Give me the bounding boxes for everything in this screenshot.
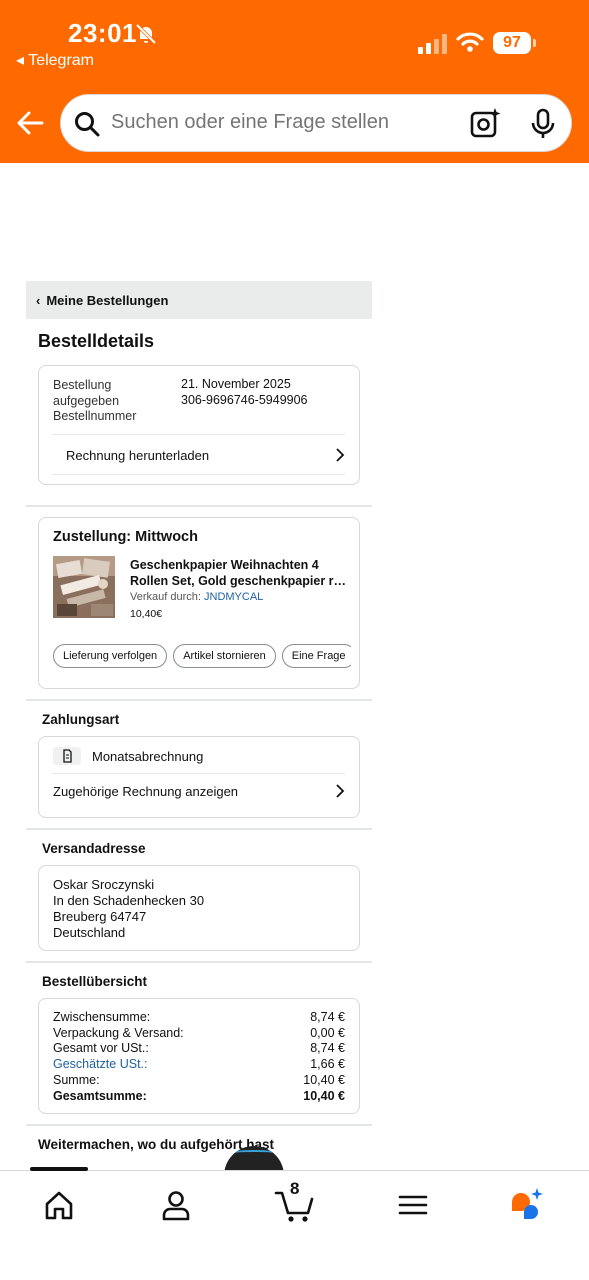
rufus-assistant-icon[interactable] [508,1185,548,1225]
sum-row: Summe: 10,40 € [53,1072,345,1087]
continue-section-title: Weitermachen, wo du aufgehört hast [38,1137,275,1152]
shipment-actions: Lieferung verfolgen Artikel stornieren Ein… [53,644,351,668]
battery-level: 97 [493,32,531,54]
bottom-tab-bar: 8 [0,1167,589,1280]
payment-card: Monatsabrechnung Zugehörige Rechnung anz… [38,736,360,818]
wifi-icon [456,32,484,52]
seller-prefix: Verkauf durch: [130,591,204,603]
address-section-title: Versandadresse [42,841,146,856]
payment-section-title: Zahlungsart [42,712,120,727]
page-title: Bestelldetails [38,331,155,351]
address-country: Deutschland [53,925,126,940]
address-street: In den Schadenhecken 30 [53,893,205,908]
download-invoice-link[interactable]: Rechnung herunterladen [53,436,345,474]
address-city: Breuberg 64747 [53,909,147,924]
shipment-card: Zustellung: Mittwoch Geschenkpapier Weih… [38,517,360,689]
order-details-content: ‹ Meine Bestellungen Bestelldetails Best… [26,281,372,1152]
order-summary-card: Zwischensumme: 8,74 € Verpackung & Versan… [38,998,360,1114]
breadcrumb[interactable]: ‹ Meine Bestellungen [26,281,372,319]
chevron-right-icon [336,784,345,798]
microphone-icon[interactable] [529,108,557,140]
pretax-row: Gesamt vor USt.: 8,74 € [53,1041,345,1056]
view-invoice-label: Zugehörige Rechnung anzeigen [53,783,239,799]
back-to-telegram-link[interactable]: ◂ Telegram [16,50,94,70]
estimated-tax-row[interactable]: Geschätzte USt.: 1,66 € [53,1057,345,1073]
shipping-address-card: Oskar Sroczynski In den Schadenhecken 30… [38,865,360,951]
delivery-title: Zustellung: Mittwoch [53,529,198,545]
product-seller: Verkauf durch: JNDMYCAL [130,591,263,603]
product-price: 10,40€ [130,608,163,620]
subtotal-row: Zwischensumme: 8,74 € [53,1010,345,1024]
payment-method: Monatsabrechnung [92,749,204,764]
camera-lens-icon[interactable] [469,107,501,139]
order-date-value: 21. November 2025 [181,377,291,391]
seller-link[interactable]: JNDMYCAL [204,591,263,603]
ask-question-button[interactable]: Eine Frage [281,644,351,668]
order-info-card: Bestellung aufgegeben 21. November 2025 … [38,365,360,485]
breadcrumb-label: Meine Bestellungen [46,292,169,308]
chevron-left-icon: ‹ [36,292,41,308]
grand-total-row: Gesamtsumme: 10,40 € [53,1088,345,1103]
document-icon [53,747,81,765]
signal-icon [418,34,447,54]
search-input[interactable] [111,111,411,134]
order-number-label: Bestellnummer [53,409,137,423]
home-icon[interactable] [39,1185,79,1225]
view-invoice-link[interactable]: Zugehörige Rechnung anzeigen [53,773,345,809]
track-delivery-button[interactable]: Lieferung verfolgen [53,644,168,668]
order-number-value: 306-9696746-5949906 [181,393,308,407]
order-date-label: Bestellung aufgegeben [53,378,120,408]
app-header: 23:01 ◂ Telegram 97 [0,0,589,163]
address-name: Oskar Sroczynski [53,877,155,892]
product-image[interactable] [53,556,115,618]
status-time: 23:01 [68,18,137,48]
cart-count: 8 [290,1179,300,1198]
cart-tab[interactable]: 8 [274,1179,318,1225]
shipping-row: Verpackung & Versand: 0,00 € [53,1025,345,1040]
bell-muted-icon [135,23,157,45]
profile-icon[interactable] [156,1185,196,1225]
menu-icon[interactable] [393,1185,433,1225]
summary-section-title: Bestellübersicht [42,974,148,989]
chevron-right-icon [336,448,345,462]
battery-indicator: 97 [493,32,537,54]
search-bar[interactable] [60,94,572,152]
search-icon [75,112,100,137]
product-name[interactable]: Geschenkpapier Weihnachten 4 Rollen Set,… [130,557,352,589]
download-invoice-label: Rechnung herunterladen [66,447,210,463]
back-arrow-icon[interactable] [14,108,46,138]
cancel-item-button[interactable]: Artikel stornieren [173,644,276,668]
active-tab-indicator [30,1167,88,1171]
